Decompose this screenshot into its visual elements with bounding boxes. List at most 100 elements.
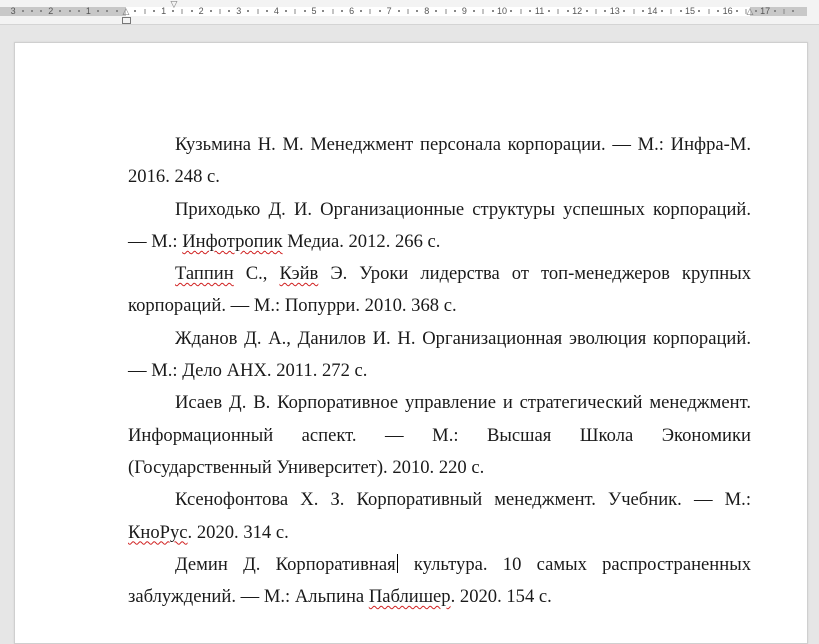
ruler-tick — [510, 10, 513, 12]
reference-paragraph[interactable]: Кузьмина Н. М. Менеджмент персонала корп… — [128, 129, 751, 194]
ruler-number: 13 — [609, 6, 620, 16]
ruler-tick — [332, 9, 334, 14]
ruler-number: 3 — [236, 6, 242, 16]
ruler-tick — [284, 10, 287, 12]
reference-paragraph[interactable]: Исаев Д. В. Корпоративное управление и с… — [128, 387, 751, 484]
ruler-tick — [294, 9, 296, 14]
ruler-tick — [633, 9, 635, 14]
ruler-tick — [144, 9, 146, 14]
ruler-tick — [303, 10, 306, 12]
ruler-tick — [407, 9, 409, 14]
ruler-tick — [78, 10, 80, 12]
ruler-tick — [96, 10, 99, 12]
ruler-tick — [698, 10, 701, 12]
ruler-tick — [40, 10, 43, 12]
ruler-tick — [435, 10, 438, 12]
reference-text: Кузьмина Н. М. Менеджмент персонала корп… — [128, 134, 751, 188]
ruler-tick — [106, 10, 109, 12]
misspelled-word: КноРус — [128, 521, 188, 543]
ruler-tick — [322, 10, 325, 12]
ruler-tick — [378, 10, 381, 12]
hanging-indent-marker[interactable]: △ — [123, 8, 130, 17]
ruler-number: 3 — [10, 6, 16, 16]
reference-paragraph[interactable]: Демин Д. Корпоративная культура. 10 самы… — [128, 549, 751, 614]
reference-text: Демин Д. Корпоративная — [175, 553, 396, 575]
ruler-tick — [783, 9, 785, 14]
ruler-tick — [369, 9, 371, 14]
misspelled-word: Кэйв — [279, 263, 319, 285]
ruler-number: 8 — [424, 6, 430, 16]
ruler-tick — [736, 10, 738, 12]
left-indent-marker[interactable] — [122, 17, 131, 24]
ruler-number: 11 — [534, 6, 545, 16]
reference-text: С., — [233, 263, 280, 285]
ruler-tick — [360, 10, 362, 12]
ruler-tick — [228, 10, 231, 12]
ruler-tick — [454, 10, 456, 12]
ruler-tick — [190, 10, 193, 12]
ruler-tick — [754, 10, 757, 12]
misspelled-word: Паблишер — [368, 586, 451, 608]
reference-text: Исаев Д. В. Корпоративное управление и с… — [128, 392, 751, 478]
reference-text: . 2020. 314 с. — [187, 521, 289, 543]
reference-paragraph[interactable]: Жданов Д. А., Данилов И. Н. Организацион… — [128, 323, 751, 388]
ruler-tick — [773, 10, 776, 12]
reference-paragraph[interactable]: Приходько Д. И. Организационные структур… — [128, 194, 751, 259]
ruler-tick — [397, 10, 400, 12]
ruler-tick — [708, 9, 710, 14]
reference-paragraph[interactable]: Таппин С., Кэйв Э. Уроки лидерства от то… — [128, 258, 751, 323]
ruler-tick — [623, 10, 626, 12]
reference-text: Ксенофонтова Х. З. Корпоративный менеджм… — [175, 489, 751, 511]
ruler-right-margin — [750, 7, 807, 16]
ruler-number: 16 — [722, 6, 733, 16]
ruler-tick — [595, 9, 597, 14]
ruler-tick — [472, 10, 475, 12]
reference-paragraph[interactable]: Ксенофонтова Х. З. Корпоративный менеджм… — [128, 484, 751, 549]
ruler-tick — [585, 10, 588, 12]
ruler-tick — [181, 9, 183, 14]
ruler-number: 7 — [386, 6, 392, 16]
ruler-number: 12 — [572, 6, 583, 16]
misspelled-word: Таппин — [175, 263, 234, 285]
reference-text: Жданов Д. А., Данилов И. Н. Организацион… — [128, 327, 751, 382]
bibliography-list[interactable]: Кузьмина Н. М. Менеджмент персонала корп… — [128, 129, 751, 613]
ruler-tick — [31, 10, 33, 12]
ruler-number: 15 — [684, 6, 696, 16]
misspelled-word: Инфотропик — [182, 230, 283, 252]
ruler-tick — [115, 10, 118, 12]
ruler-number: 14 — [647, 6, 658, 16]
ruler-tick — [717, 10, 720, 12]
ruler-tick — [153, 10, 156, 12]
reference-text: Медиа. 2012. 266 с. — [282, 230, 441, 252]
ruler-tick — [642, 10, 644, 12]
ruler-tick — [557, 9, 559, 14]
horizontal-ruler[interactable]: 3 2 1 1 2 3 4 5 6 7 8 9 10 11 12 13 14 15 16 17 △ ▽ △ — [0, 0, 819, 25]
ruler-tick — [68, 10, 71, 12]
reference-text: . 2020. 154 с. — [450, 586, 552, 608]
ruler-tick — [59, 10, 62, 12]
ruler-tick — [219, 9, 221, 14]
document-page[interactable]: Кузьмина Н. М. Менеджмент персонала корп… — [14, 42, 808, 644]
ruler-number: 1 — [85, 6, 91, 16]
ruler-tick — [482, 9, 484, 14]
ruler-number: 4 — [273, 6, 279, 16]
right-indent-marker[interactable]: △ — [747, 8, 754, 17]
ruler-tick — [792, 10, 795, 12]
ruler-tick — [491, 10, 494, 12]
ruler-tick — [341, 10, 344, 12]
ruler-tick — [257, 9, 259, 14]
ruler-number: 2 — [48, 6, 54, 16]
ruler-tick — [566, 10, 569, 12]
ruler-tick — [247, 10, 250, 12]
ruler-number: 6 — [349, 6, 355, 16]
ruler-number: 5 — [311, 6, 317, 16]
ruler-number: 1 — [161, 6, 167, 16]
ruler-tick — [604, 10, 607, 12]
first-line-indent-icon[interactable]: ▽ — [171, 1, 178, 10]
ruler-tick — [529, 10, 532, 12]
ruler-tick — [134, 10, 137, 12]
ruler-tick — [670, 9, 672, 14]
ruler-tick — [209, 10, 212, 12]
ruler-tick — [266, 10, 268, 12]
ruler-number: 17 — [760, 6, 771, 16]
